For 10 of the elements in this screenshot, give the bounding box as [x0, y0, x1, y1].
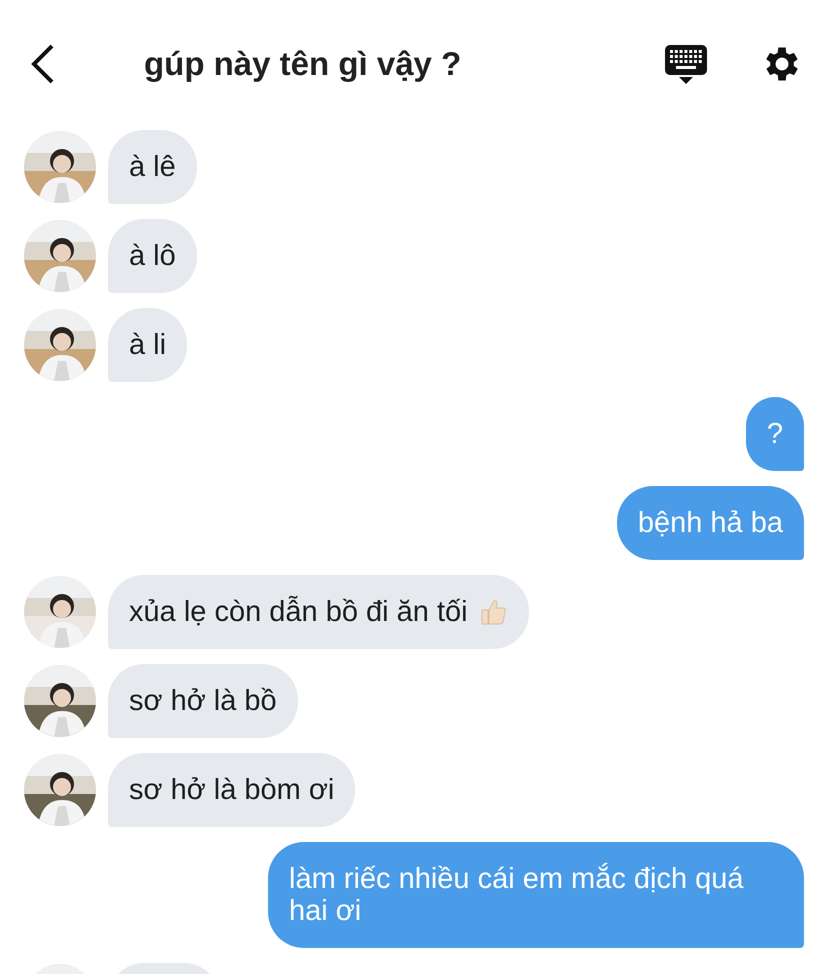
- received-message: à lê: [108, 130, 197, 204]
- sent-message: làm riếc nhiều cái em mắc địch quá hai ơi: [268, 842, 804, 948]
- received-message: sơ hở là bồ: [108, 664, 298, 738]
- received-message: xủa lẹ còn dẫn bồ đi ăn tối: [108, 575, 529, 649]
- received-message: sơ hở là bòm ơi: [108, 753, 356, 827]
- received-message: à lô: [108, 219, 197, 293]
- sent-message: bệnh hả ba: [616, 486, 804, 560]
- chat-title: gúp này tên gì vậy ?: [144, 45, 462, 83]
- sent-message: ?: [746, 397, 804, 471]
- received-message: à li: [108, 308, 188, 382]
